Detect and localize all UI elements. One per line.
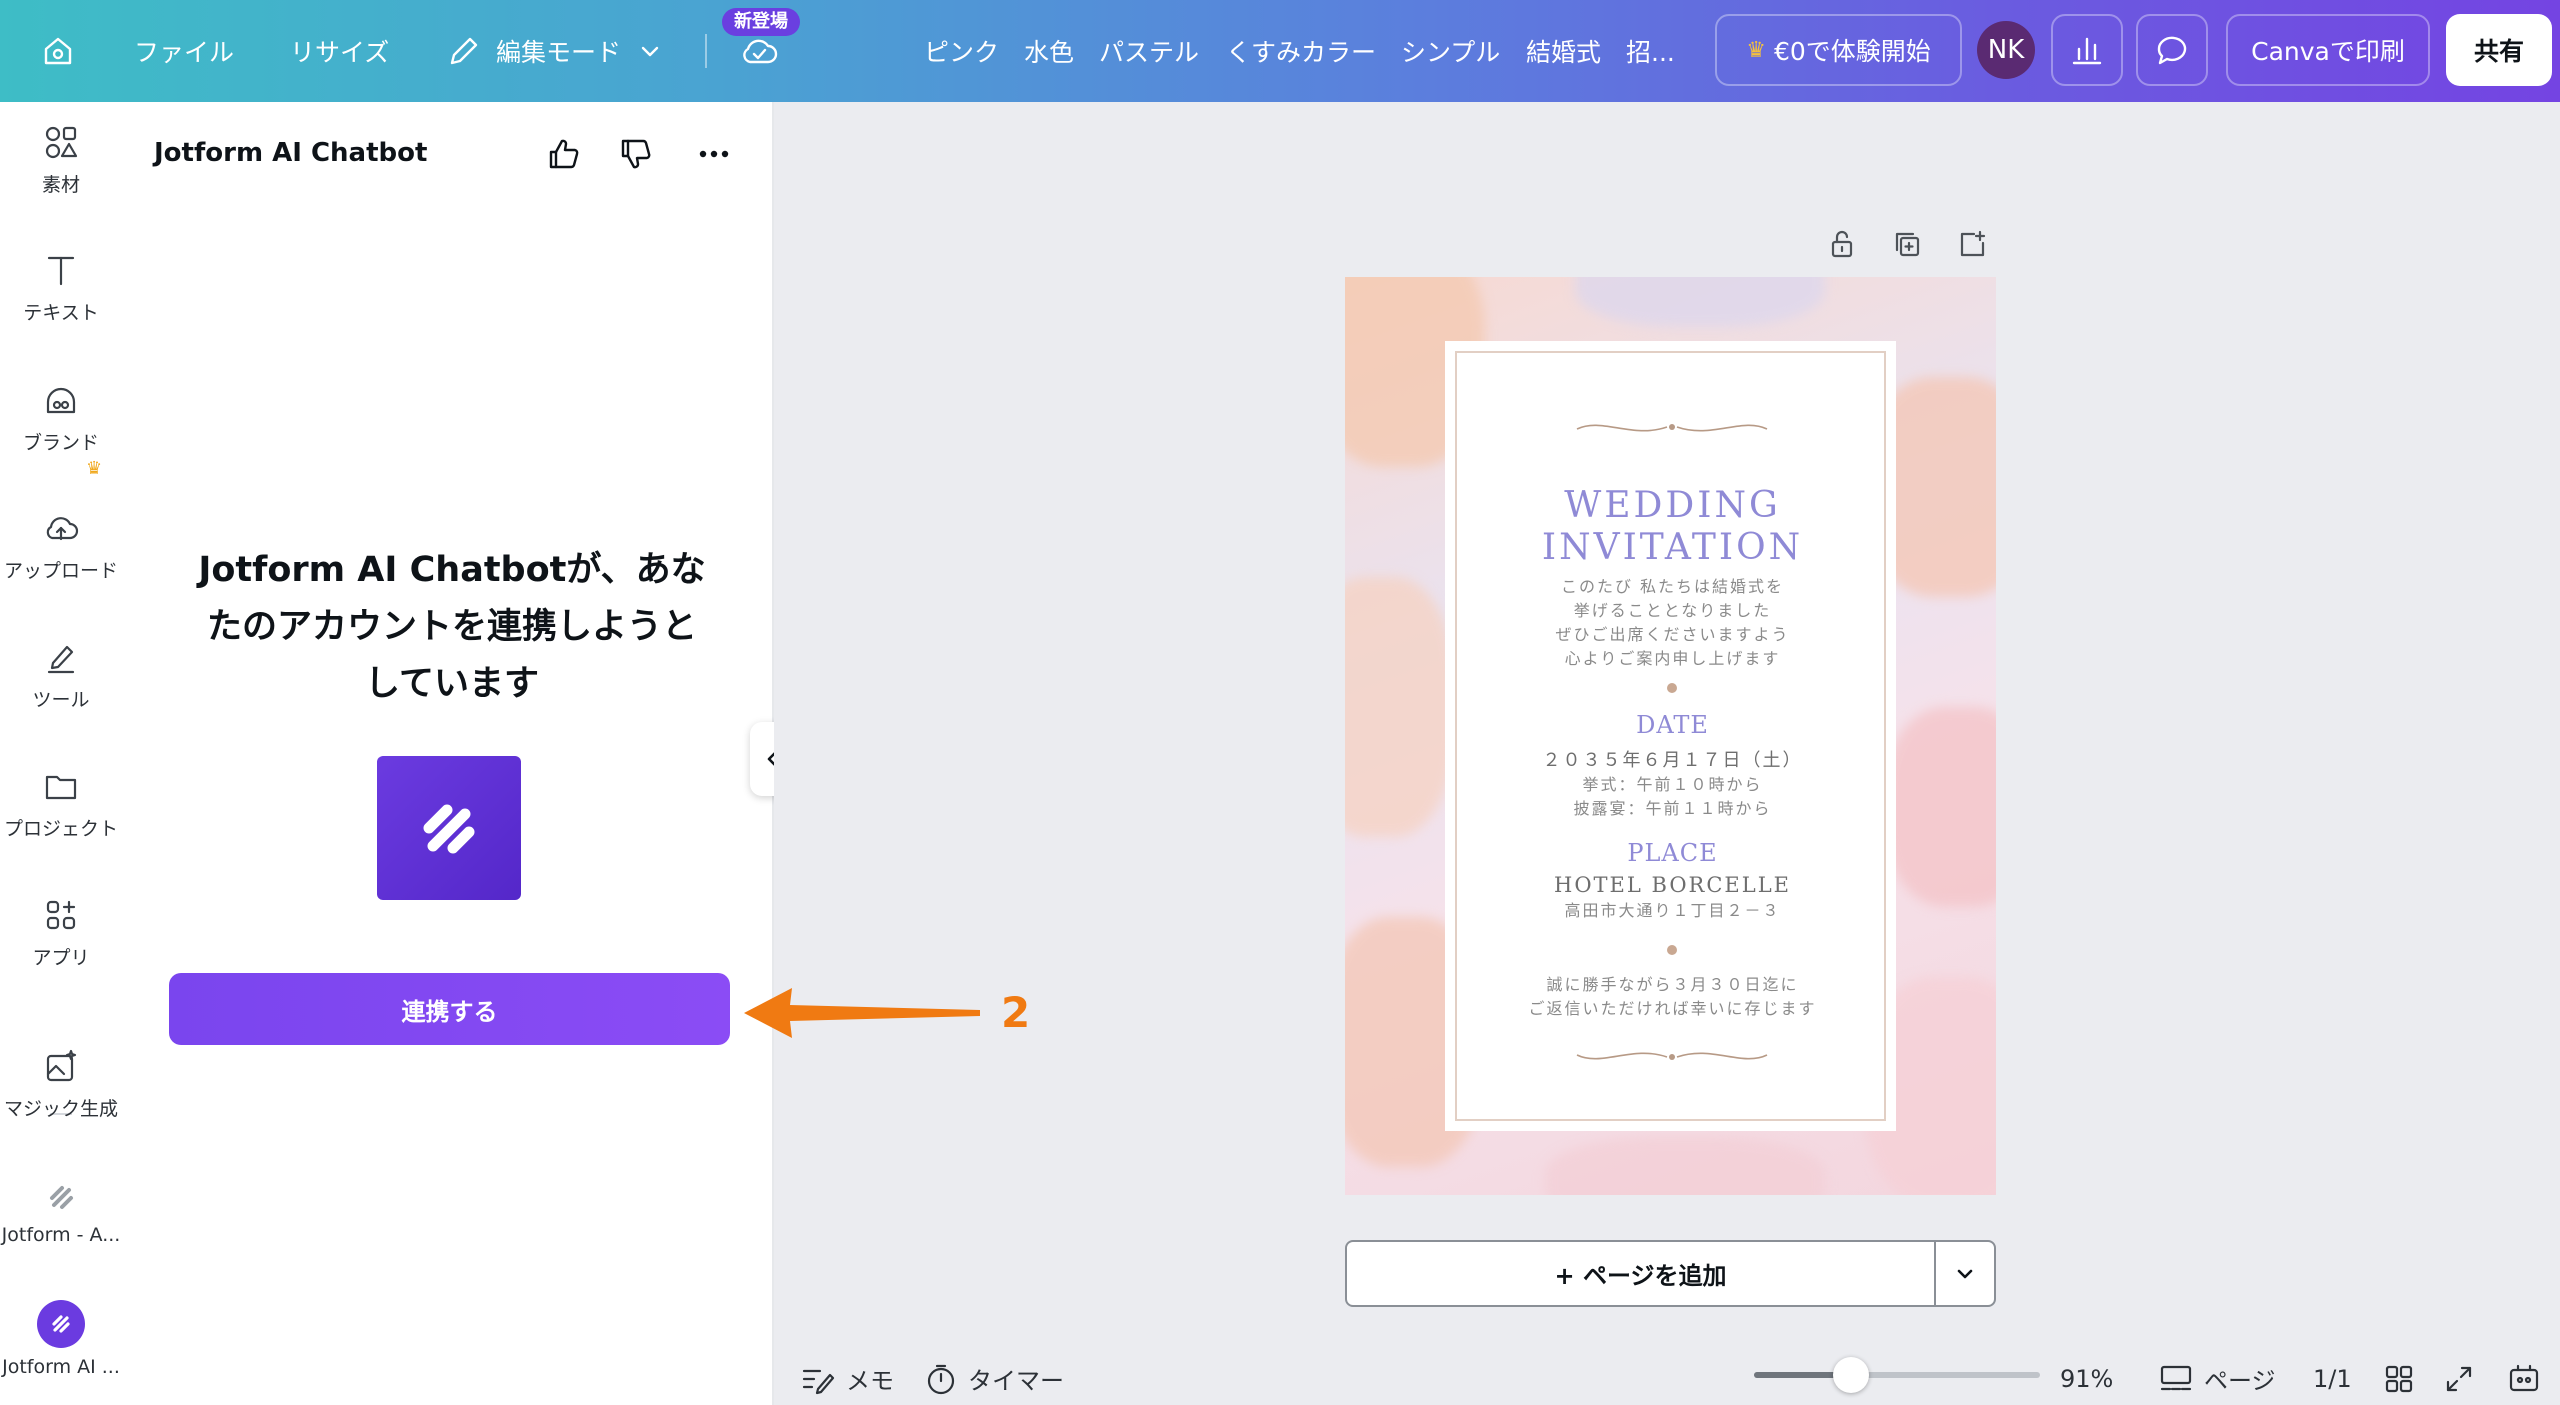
grid-icon (2385, 1365, 2413, 1392)
zoom-slider-knob[interactable] (1833, 1357, 1870, 1393)
pages-icon (2160, 1365, 2192, 1390)
grid-view-button[interactable] (2383, 1352, 2415, 1405)
expand-icon (2446, 1366, 2472, 1391)
page-count: 1/1 (2313, 1364, 2352, 1393)
notes-icon (802, 1369, 835, 1394)
pages-button[interactable]: ページ (2158, 1352, 2276, 1405)
present-icon (2509, 1364, 2539, 1391)
presentation-button[interactable] (2506, 1352, 2542, 1405)
annotation-number: 2 (1001, 988, 1031, 1037)
zoom-level[interactable]: 91% (2060, 1352, 2113, 1405)
timer-button[interactable]: タイマー (924, 1352, 1064, 1405)
timer-icon (927, 1364, 955, 1394)
fullscreen-button[interactable] (2443, 1352, 2475, 1405)
annotation-arrow (744, 988, 980, 1038)
notes-button[interactable]: メモ (800, 1352, 894, 1405)
